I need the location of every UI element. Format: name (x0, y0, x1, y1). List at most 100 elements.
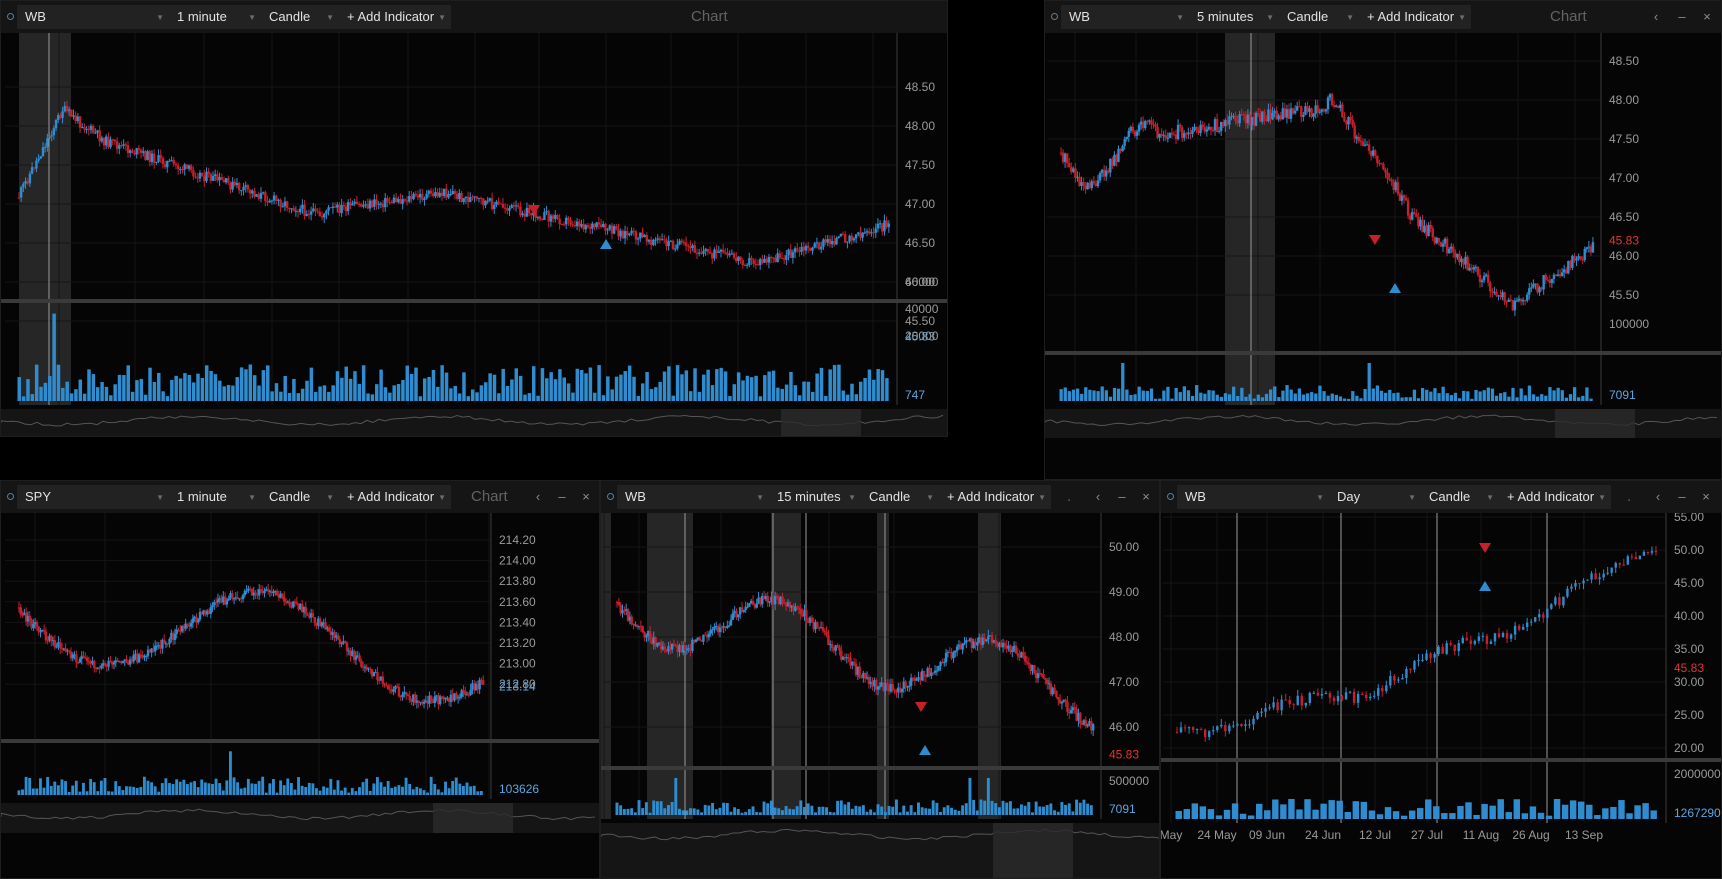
navigator-strip[interactable] (601, 823, 1160, 879)
price-tick-label: 20.00 (1674, 741, 1704, 755)
symbol-selector[interactable]: WB ▼ (1177, 485, 1329, 509)
close-button[interactable]: × (1697, 1, 1717, 33)
back-button[interactable]: ‹ (1646, 1, 1666, 33)
candle-body (1558, 597, 1561, 606)
candle-body (89, 125, 93, 130)
add-indicator-button[interactable]: + Add Indicator ▼ (1359, 5, 1471, 29)
candle-body (275, 195, 278, 201)
back-button[interactable]: ‹ (1648, 481, 1668, 513)
minimize-button[interactable]: – (1672, 1, 1692, 33)
volume-bar (65, 381, 69, 401)
chart-canvas[interactable]: 50.0049.0048.0047.0046.0045.835000007091… (601, 513, 1160, 879)
link-dot-icon[interactable] (1051, 13, 1058, 20)
interval-selector[interactable]: 1 minute ▼ (169, 5, 261, 29)
candle-body (693, 245, 696, 253)
volume-bar (1578, 801, 1585, 819)
volume-bar (1288, 798, 1295, 819)
style-selector[interactable]: Candle ▼ (861, 485, 939, 509)
volume-bar (461, 785, 465, 795)
volume-bar (1473, 814, 1480, 819)
volume-bar (728, 396, 732, 401)
back-button[interactable]: ‹ (1088, 481, 1108, 513)
candle-body (1374, 150, 1377, 156)
candle-body (1384, 169, 1387, 173)
symbol-selector[interactable]: SPY ▼ (17, 485, 169, 509)
candle-body (408, 696, 411, 701)
symbol-selector[interactable]: WB ▼ (17, 5, 169, 29)
volume-bar (48, 376, 52, 401)
candle-body (1530, 621, 1533, 623)
style-selector[interactable]: Candle ▼ (261, 5, 339, 29)
add-indicator-button[interactable]: + Add Indicator ▼ (1499, 485, 1611, 509)
interval-selector[interactable]: Day ▼ (1329, 485, 1421, 509)
candle-body (1473, 640, 1477, 644)
volume-bar (107, 791, 110, 795)
candle-body (1484, 274, 1488, 276)
style-selector[interactable]: Candle ▼ (1421, 485, 1499, 509)
candle-body (1003, 643, 1007, 646)
candle-body (1646, 551, 1650, 553)
link-dot-icon[interactable] (7, 493, 14, 500)
interval-selector[interactable]: 15 minutes ▼ (769, 485, 861, 509)
style-selector[interactable]: Candle ▼ (261, 485, 339, 509)
chart-canvas[interactable]: 48.5048.0047.5047.0046.5046.0045.5045.83… (1, 33, 948, 437)
interval-label: 5 minutes (1197, 9, 1254, 24)
link-dot-icon[interactable] (1167, 493, 1174, 500)
candle-body (272, 195, 276, 201)
add-indicator-button[interactable]: + Add Indicator ▼ (339, 485, 451, 509)
candle-body (1359, 140, 1363, 142)
candle-body (268, 200, 271, 203)
volume-bar (409, 373, 414, 401)
chart-canvas[interactable]: 55.0050.0045.0040.0035.0030.0025.0020.00… (1161, 513, 1722, 879)
interval-selector[interactable]: 5 minutes ▼ (1189, 5, 1279, 29)
chart-canvas[interactable]: 214.20214.00213.80213.60213.40213.20213.… (1, 513, 600, 879)
volume-bar (1063, 387, 1067, 401)
chart-canvas[interactable]: 48.5048.0047.5047.0046.5046.0045.5045.83… (1045, 33, 1722, 480)
volume-bar (654, 387, 658, 401)
price-tick-label: 47.00 (1109, 675, 1139, 689)
add-indicator-button[interactable]: + Add Indicator ▼ (339, 5, 451, 29)
style-selector[interactable]: Candle ▼ (1279, 5, 1359, 29)
candle-body (225, 600, 229, 605)
navigator-window[interactable] (1555, 409, 1635, 438)
candle-body (1478, 274, 1482, 283)
pane-splitter[interactable] (1, 739, 600, 743)
candle-body (377, 203, 380, 205)
interval-selector[interactable]: 1 minute ▼ (169, 485, 261, 509)
symbol-selector[interactable]: WB ▼ (1061, 5, 1189, 29)
symbol-selector[interactable]: WB ▼ (617, 485, 769, 509)
volume-bar (714, 809, 718, 815)
minimize-button[interactable]: – (552, 481, 572, 513)
candle-body (573, 224, 577, 227)
chevron-down-icon: ▼ (326, 13, 334, 22)
pane-splitter[interactable] (1045, 351, 1722, 355)
candle-body (438, 696, 442, 705)
volume-bar (488, 373, 492, 401)
pane-splitter[interactable] (1161, 758, 1722, 762)
candle-body (168, 638, 171, 644)
back-button[interactable]: ‹ (528, 481, 548, 513)
candle-body (200, 172, 204, 176)
pane-splitter[interactable] (1, 299, 948, 303)
navigator-window[interactable] (781, 409, 861, 437)
close-button[interactable]: × (1696, 481, 1716, 513)
minimize-button[interactable]: – (1672, 481, 1692, 513)
candle-body (737, 256, 740, 262)
add-indicator-button[interactable]: + Add Indicator ▼ (939, 485, 1051, 509)
candle-body (112, 662, 116, 665)
close-button[interactable]: × (576, 481, 596, 513)
link-dot-icon[interactable] (7, 13, 14, 20)
candle-body (1063, 153, 1067, 162)
chevron-down-icon: ▼ (1458, 13, 1466, 22)
close-button[interactable]: × (1136, 481, 1156, 513)
pane-splitter[interactable] (601, 766, 1160, 770)
candle-body (745, 264, 749, 266)
navigator-window[interactable] (993, 823, 1073, 879)
candle-body (96, 130, 99, 133)
link-dot-icon[interactable] (607, 493, 614, 500)
volume-bar (1190, 395, 1195, 401)
candle-body (41, 147, 45, 157)
navigator-window[interactable] (433, 803, 513, 833)
minimize-button[interactable]: – (1112, 481, 1132, 513)
candle-body (75, 654, 78, 663)
